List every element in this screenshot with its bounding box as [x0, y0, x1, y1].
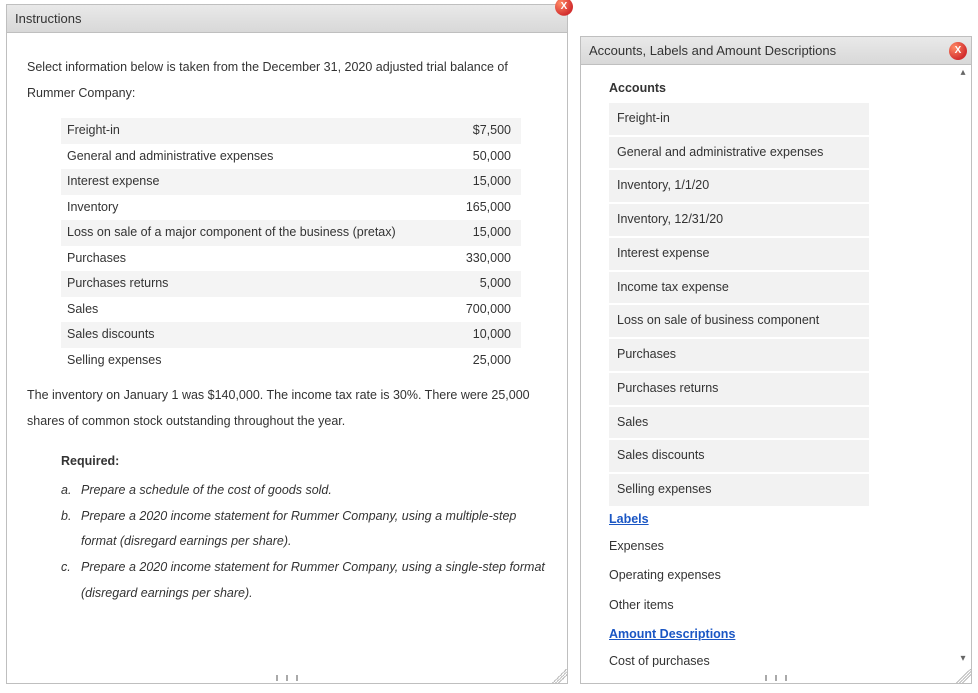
section-heading-labels[interactable]: Labels: [609, 508, 953, 532]
requirement-label: c.: [61, 555, 81, 606]
requirement-text: Prepare a schedule of the cost of goods …: [81, 478, 547, 504]
tb-label: Purchases returns: [61, 271, 431, 297]
tb-label: Freight-in: [61, 118, 431, 144]
table-row: Inventory165,000: [61, 195, 521, 221]
requirements-list: a.Prepare a schedule of the cost of good…: [61, 478, 547, 606]
requirement-label: a.: [61, 478, 81, 504]
account-option[interactable]: Purchases returns: [609, 373, 869, 405]
tb-value: 15,000: [431, 220, 521, 246]
tb-value: 50,000: [431, 144, 521, 170]
tb-value: 165,000: [431, 195, 521, 221]
tb-value: $7,500: [431, 118, 521, 144]
tb-label: General and administrative expenses: [61, 144, 431, 170]
instructions-header: Instructions: [7, 5, 567, 33]
account-option[interactable]: Interest expense: [609, 238, 869, 270]
requirement-label: b.: [61, 504, 81, 555]
requirement-text: Prepare a 2020 income statement for Rumm…: [81, 555, 547, 606]
drag-handle-icon[interactable]: [276, 675, 298, 681]
tb-label: Interest expense: [61, 169, 431, 195]
tb-label: Sales: [61, 297, 431, 323]
tb-value: 5,000: [431, 271, 521, 297]
account-option[interactable]: Sales: [609, 407, 869, 439]
tb-label: Sales discounts: [61, 322, 431, 348]
resize-handle-icon[interactable]: [551, 669, 567, 683]
requirement-item: c.Prepare a 2020 income statement for Ru…: [61, 555, 547, 606]
instructions-title: Instructions: [15, 11, 81, 26]
requirement-item: a.Prepare a schedule of the cost of good…: [61, 478, 547, 504]
table-row: Sales700,000: [61, 297, 521, 323]
table-row: Selling expenses25,000: [61, 348, 521, 374]
section-heading-amounts[interactable]: Amount Descriptions: [609, 623, 953, 647]
accounts-title: Accounts, Labels and Amount Descriptions: [589, 43, 836, 58]
close-icon[interactable]: X: [949, 42, 967, 60]
close-icon[interactable]: X: [555, 0, 573, 16]
label-option[interactable]: Operating expenses: [609, 561, 953, 591]
table-row: Purchases returns5,000: [61, 271, 521, 297]
tb-label: Inventory: [61, 195, 431, 221]
table-row: Interest expense15,000: [61, 169, 521, 195]
instructions-body: Select information below is taken from t…: [7, 33, 567, 667]
table-row: Freight-in$7,500: [61, 118, 521, 144]
tb-label: Purchases: [61, 246, 431, 272]
table-row: Sales discounts10,000: [61, 322, 521, 348]
note-text: The inventory on January 1 was $140,000.…: [27, 383, 547, 434]
tb-value: 330,000: [431, 246, 521, 272]
account-option[interactable]: Loss on sale of business component: [609, 305, 869, 337]
account-option[interactable]: Purchases: [609, 339, 869, 371]
tb-label: Loss on sale of a major component of the…: [61, 220, 431, 246]
account-option[interactable]: Inventory, 1/1/20: [609, 170, 869, 202]
accounts-body[interactable]: Accounts Freight-in General and administ…: [581, 65, 971, 667]
account-option[interactable]: Inventory, 12/31/20: [609, 204, 869, 236]
requirement-item: b.Prepare a 2020 income statement for Ru…: [61, 504, 547, 555]
table-row: General and administrative expenses50,00…: [61, 144, 521, 170]
instructions-panel: Instructions X Select information below …: [6, 4, 568, 684]
tb-value: 700,000: [431, 297, 521, 323]
amount-option[interactable]: Cost of purchases: [609, 647, 953, 668]
account-option[interactable]: Freight-in: [609, 103, 869, 135]
trial-balance-table: Freight-in$7,500 General and administrat…: [61, 118, 521, 373]
account-option[interactable]: Sales discounts: [609, 440, 869, 472]
accounts-panel: Accounts, Labels and Amount Descriptions…: [580, 36, 972, 684]
account-option[interactable]: General and administrative expenses: [609, 137, 869, 169]
tb-value: 15,000: [431, 169, 521, 195]
resize-handle-icon[interactable]: [955, 669, 971, 683]
tb-label: Selling expenses: [61, 348, 431, 374]
account-option[interactable]: Income tax expense: [609, 272, 869, 304]
label-option[interactable]: Expenses: [609, 532, 953, 562]
table-row: Purchases330,000: [61, 246, 521, 272]
drag-handle-icon[interactable]: [765, 675, 787, 681]
intro-text: Select information below is taken from t…: [27, 55, 547, 106]
label-option[interactable]: Other items: [609, 591, 953, 621]
accounts-header: Accounts, Labels and Amount Descriptions…: [581, 37, 971, 65]
account-option[interactable]: Selling expenses: [609, 474, 869, 506]
requirement-text: Prepare a 2020 income statement for Rumm…: [81, 504, 547, 555]
required-heading: Required:: [61, 449, 547, 475]
tb-value: 25,000: [431, 348, 521, 374]
tb-value: 10,000: [431, 322, 521, 348]
table-row: Loss on sale of a major component of the…: [61, 220, 521, 246]
section-heading-accounts: Accounts: [609, 77, 953, 101]
